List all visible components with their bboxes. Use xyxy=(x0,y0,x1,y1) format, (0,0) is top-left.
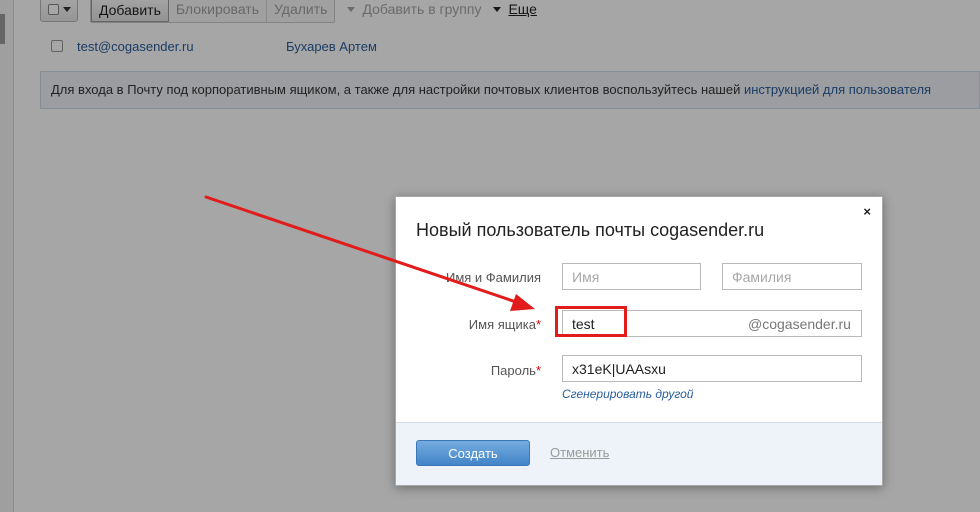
required-mark: * xyxy=(535,317,541,332)
highlight-box xyxy=(555,306,627,337)
cancel-link[interactable]: Отменить xyxy=(550,445,609,460)
mailbox-label-text: Имя ящика xyxy=(468,317,536,332)
required-mark: * xyxy=(535,363,541,378)
first-name-input[interactable] xyxy=(562,263,701,290)
last-name-input[interactable] xyxy=(722,263,862,290)
generate-password-link[interactable]: Сгенерировать другой xyxy=(562,387,693,401)
new-user-dialog: × Новый пользователь почты cogasender.ru… xyxy=(395,196,883,486)
close-icon[interactable]: × xyxy=(863,205,871,219)
full-name-label-text: Имя и Фамилия xyxy=(445,270,541,285)
mailbox-label: Имя ящика* xyxy=(469,317,541,332)
create-button[interactable]: Создать xyxy=(416,440,530,466)
password-input[interactable] xyxy=(562,355,862,382)
dialog-title: Новый пользователь почты cogasender.ru xyxy=(416,220,765,240)
domain-suffix: @cogasender.ru xyxy=(748,316,851,332)
dialog-footer: Создать Отменить xyxy=(396,422,882,485)
full-name-label: Имя и Фамилия xyxy=(446,270,541,285)
password-label-text: Пароль xyxy=(490,363,536,378)
password-label: Пароль* xyxy=(491,363,541,378)
